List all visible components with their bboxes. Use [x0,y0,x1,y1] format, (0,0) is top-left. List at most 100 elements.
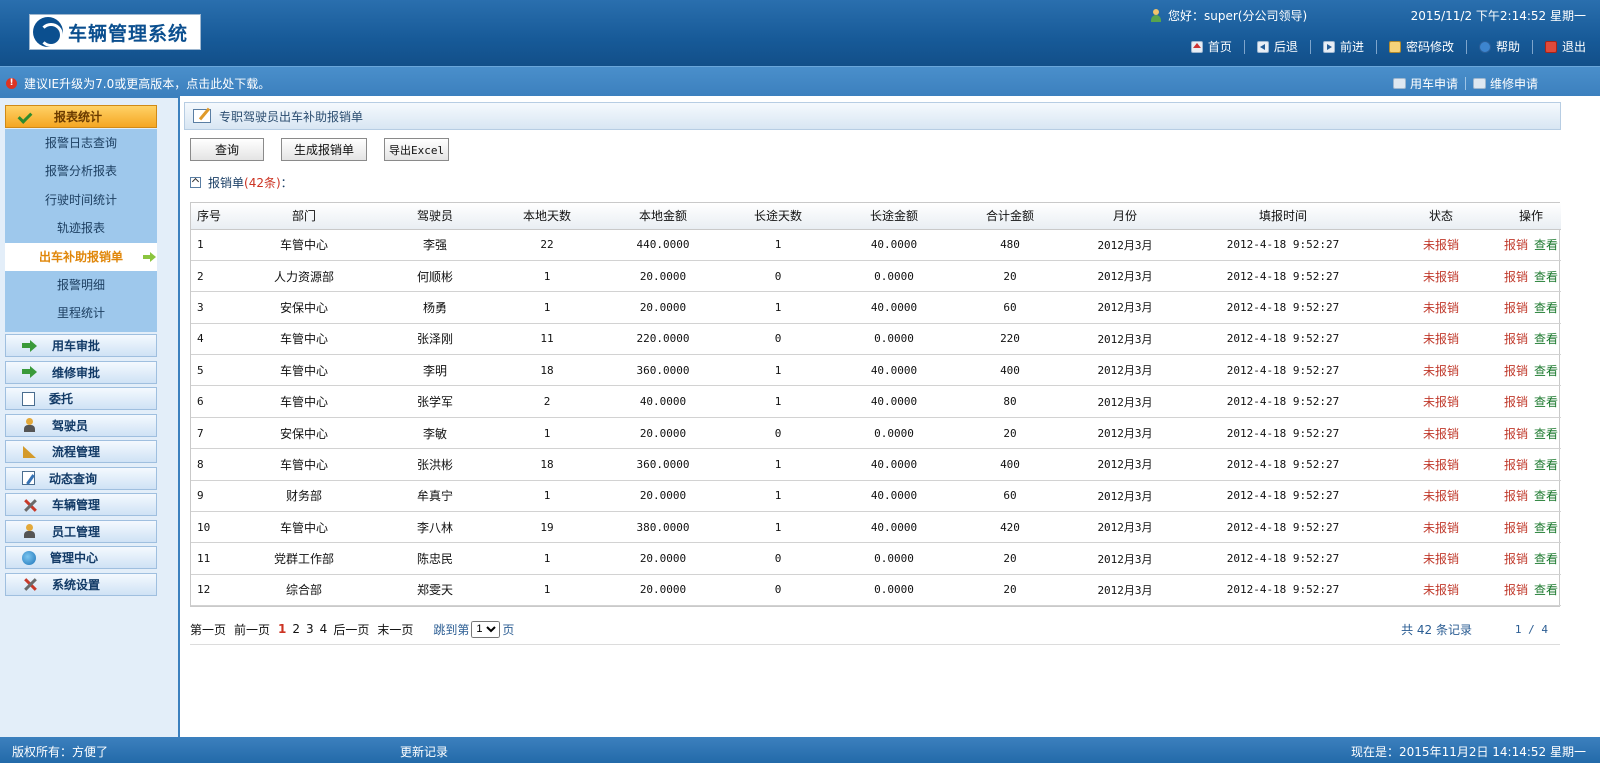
reimburse-link[interactable]: 报销 [1504,395,1528,409]
sidebar-section-report[interactable]: 报表统计 [5,105,157,128]
view-link[interactable]: 查看 [1534,552,1558,566]
view-link[interactable]: 查看 [1534,583,1558,597]
collapse-icon[interactable] [190,177,201,188]
nav-logout[interactable]: 退出 [1544,38,1586,55]
sidebar-subitem-trip-subsidy[interactable]: 出车补助报销单 [5,242,157,271]
table-cell: 20.0000 [603,291,723,324]
table-cell: 2012-4-18 9:52:27 [1185,354,1381,387]
table-cell: 0.0000 [833,542,955,575]
generate-button[interactable]: 生成报销单 [281,138,368,161]
table-cell: 2012-4-18 9:52:27 [1185,260,1381,293]
sidebar-item-workflow[interactable]: 流程管理 [5,440,157,463]
total-records: 共 42 条记录 [1401,622,1472,637]
view-link[interactable]: 查看 [1534,270,1558,284]
table-cell: 40.0000 [833,511,955,544]
reimburse-link[interactable]: 报销 [1504,270,1528,284]
first-page-link[interactable]: 第一页 [190,621,226,638]
view-link[interactable]: 查看 [1534,332,1558,346]
reimburse-link[interactable]: 报销 [1504,364,1528,378]
reimburse-link[interactable]: 报销 [1504,489,1528,503]
apply-repair-link[interactable]: 维修申请 [1472,75,1538,92]
nav-divider [1243,39,1245,54]
menu-label: 管理中心 [50,551,99,565]
view-link[interactable]: 查看 [1534,301,1558,315]
table-cell: 2012-4-18 9:52:27 [1185,291,1381,324]
sidebar-subitem-drive-time[interactable]: 行驶时间统计 [5,186,157,214]
reimburse-link[interactable]: 报销 [1504,458,1528,472]
prev-page-link[interactable]: 前一页 [234,621,270,638]
export-excel-button[interactable]: 导出Excel [384,138,450,161]
page-4-link[interactable]: 4 [320,622,328,636]
view-link[interactable]: 查看 [1534,364,1558,378]
nav-back[interactable]: 后退 [1256,38,1298,55]
view-link[interactable]: 查看 [1534,238,1558,252]
sidebar-subitem-alarm-detail[interactable]: 报警明细 [5,271,157,299]
table-cell: 人力资源部 [229,260,379,293]
reimburse-link[interactable]: 报销 [1504,583,1528,597]
sidebar-subitem-alarm-log[interactable]: 报警日志查询 [5,129,157,157]
reimburse-link[interactable]: 报销 [1504,301,1528,315]
view-link[interactable]: 查看 [1534,458,1558,472]
table-cell: 党群工作部 [229,542,379,575]
table-cell: 安保中心 [229,417,379,450]
menu-label: 员工管理 [52,524,101,539]
next-page-link[interactable]: 后一页 [333,621,369,638]
table-cell: 40.0000 [833,448,955,481]
nav-divider [1465,39,1467,54]
nav-forward[interactable]: 前进 [1322,38,1364,55]
table-row: 5 车管中心 李明 18 360.0000 1 40.0000 400 2012月3月 2012-… [191,354,1561,387]
view-link[interactable]: 查看 [1534,395,1558,409]
sidebar-item-settings[interactable]: 系统设置 [5,572,157,596]
changelog-link[interactable]: 更新记录 [400,743,448,760]
ruler-icon [22,445,38,459]
page-2-link[interactable]: 2 [292,622,300,636]
sidebar-item-driver[interactable]: 驾驶员 [5,413,157,437]
reimburse-link[interactable]: 报销 [1504,238,1528,252]
sidebar-subitem-mileage[interactable]: 里程统计 [5,299,157,327]
table-cell: 20.0000 [603,480,723,513]
nav-help[interactable]: 帮助 [1478,38,1520,55]
reimburse-link[interactable]: 报销 [1504,332,1528,346]
reimburse-link[interactable]: 报销 [1504,552,1528,566]
sidebar-subitem-alarm-analysis[interactable]: 报警分析报表 [5,157,157,185]
table-cell: 2012-4-18 9:52:27 [1185,574,1381,607]
table-cell: 11 [191,542,229,575]
table-cell: 60 [955,480,1065,513]
last-page-link[interactable]: 末一页 [377,621,413,638]
table-row: 11 党群工作部 陈忠民 1 20.0000 0 0.0000 20 2012月3月 2012-4… [191,542,1561,575]
query-button[interactable]: 查询 [190,138,264,161]
sidebar-item-dynamic-query[interactable]: 动态查询 [5,466,157,490]
sidebar-item-admin-center[interactable]: 管理中心 [5,546,157,569]
reimburse-link[interactable]: 报销 [1504,427,1528,441]
sidebar-item-delegate[interactable]: 委托 [5,387,157,410]
nav-password[interactable]: 密码修改 [1388,38,1454,55]
view-link[interactable]: 查看 [1534,489,1558,503]
ie-upgrade-notice[interactable]: ! 建议IE升级为7.0或更高版本，点击此处下载。 [6,75,270,92]
table-row: 9 财务部 牟真宁 1 20.0000 1 40.0000 60 2012月3月 2012-4-1… [191,480,1561,513]
column-header: 操作 [1501,203,1561,230]
nav-home[interactable]: 首页 [1190,38,1232,55]
page-jump-select[interactable]: 1 [471,620,501,638]
apply-vehicle-link[interactable]: 用车申请 [1392,75,1458,92]
table-cell: 20 [955,417,1065,450]
table-cell: 1 [491,417,603,450]
reimburse-link[interactable]: 报销 [1504,521,1528,535]
table-cell: 20.0000 [603,417,723,450]
sidebar-item-vehicle-approval[interactable]: 用车审批 [5,334,157,357]
menu-label: 驾驶员 [52,418,89,433]
app-footer: 版权所有：方便了 更新记录 现在是：2015年11月2日 14:14:52 星期… [0,737,1600,763]
page-3-link[interactable]: 3 [306,622,314,636]
table-cell: 3 [191,291,229,324]
table-cell: 18 [491,448,603,481]
page-1-link[interactable]: 1 [278,622,286,636]
view-link[interactable]: 查看 [1534,427,1558,441]
sidebar-item-staff-mgmt[interactable]: 员工管理 [5,519,157,543]
table-cell: 480 [955,229,1065,261]
page-jump: 跳到第 1 页 [433,620,514,638]
sidebar-subitem-track-report[interactable]: 轨迹报表 [5,214,157,242]
sidebar-item-vehicle-mgmt[interactable]: 车辆管理 [5,493,157,516]
table-cell: 0 [723,542,833,575]
status-cell: 未报销 [1381,448,1501,481]
sidebar-item-repair-approval[interactable]: 维修审批 [5,360,157,384]
view-link[interactable]: 查看 [1534,521,1558,535]
